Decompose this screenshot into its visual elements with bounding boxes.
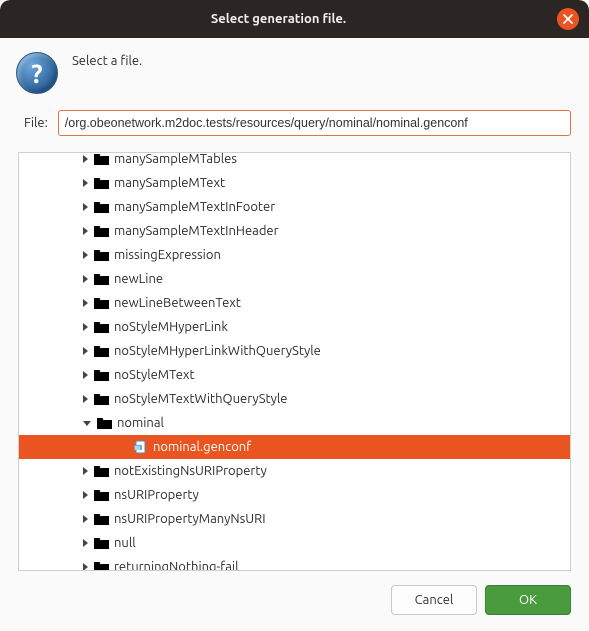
chevron-right-icon: [83, 203, 88, 211]
window-close-button[interactable]: [557, 8, 579, 30]
window-title: Select generation file.: [0, 12, 557, 26]
tree-item-label: manySampleMTables: [114, 153, 237, 166]
genconf-file-icon: [134, 440, 148, 454]
tree-folder-item[interactable]: nsURIPropertyManyNsURI: [19, 507, 570, 531]
folder-icon: [94, 297, 109, 309]
tree-folder-item[interactable]: missingExpression: [19, 243, 570, 267]
folder-icon: [94, 561, 109, 570]
dialog-window: Select generation file. ? Select a file.…: [0, 0, 589, 631]
tree-folder-item[interactable]: noStyleMText: [19, 363, 570, 387]
chevron-right-icon: [83, 251, 88, 259]
tree-folder-item[interactable]: manySampleMTextInFooter: [19, 195, 570, 219]
button-bar: Cancel OK: [0, 571, 589, 631]
chevron-right-icon: [83, 563, 88, 570]
tree-folder-item[interactable]: manySampleMTables: [19, 153, 570, 171]
tree-folder-item[interactable]: noStyleMHyperLink: [19, 315, 570, 339]
folder-icon: [94, 249, 109, 261]
tree-item-label: manySampleMTextInFooter: [114, 200, 275, 214]
tree-item-label: null: [114, 536, 136, 550]
folder-icon: [94, 513, 109, 525]
tree-item-label: noStyleMText: [114, 368, 195, 382]
folder-icon: [94, 465, 109, 477]
chevron-right-icon: [83, 515, 88, 523]
file-path-input[interactable]: [58, 110, 571, 136]
tree-item-label: notExistingNsURIProperty: [114, 464, 267, 478]
tree-item-label: newLine: [114, 272, 163, 286]
tree-folder-item[interactable]: null: [19, 531, 570, 555]
chevron-right-icon: [83, 395, 88, 403]
tree-item-label: noStyleMHyperLink: [114, 320, 228, 334]
chevron-right-icon: [83, 347, 88, 355]
tree-folder-item[interactable]: noStyleMHyperLinkWithQueryStyle: [19, 339, 570, 363]
chevron-right-icon: [83, 323, 88, 331]
tree-folder-item[interactable]: noStyleMTextWithQueryStyle: [19, 387, 570, 411]
cancel-button[interactable]: Cancel: [391, 585, 477, 615]
close-icon: [563, 14, 573, 24]
folder-icon: [94, 177, 109, 189]
folder-icon: [94, 489, 109, 501]
tree-folder-item[interactable]: newLine: [19, 267, 570, 291]
folder-icon: [94, 537, 109, 549]
tree-folder-item[interactable]: nominal: [19, 411, 570, 435]
file-row: File:: [0, 100, 589, 146]
tree-item-label: manySampleMText: [114, 176, 225, 190]
folder-icon: [94, 321, 109, 333]
chevron-right-icon: [83, 371, 88, 379]
folder-icon: [97, 417, 112, 429]
folder-icon: [94, 201, 109, 213]
folder-icon: [94, 369, 109, 381]
tree-item-label: nominal.genconf: [153, 440, 251, 454]
folder-icon: [94, 153, 109, 165]
tree-item-label: noStyleMTextWithQueryStyle: [114, 392, 288, 406]
chevron-right-icon: [83, 467, 88, 475]
file-tree[interactable]: manySampleMTables manySampleMText manySamp…: [19, 153, 570, 570]
folder-icon: [94, 273, 109, 285]
header: ? Select a file.: [0, 38, 589, 100]
folder-icon: [94, 225, 109, 237]
tree-item-label: nominal: [117, 416, 164, 430]
question-icon: ?: [16, 52, 58, 94]
titlebar: Select generation file.: [0, 0, 589, 38]
tree-item-label: returningNothing-fail: [114, 560, 238, 570]
ok-button[interactable]: OK: [485, 585, 571, 615]
tree-item-label: manySampleMTextInHeader: [114, 224, 279, 238]
chevron-right-icon: [83, 155, 88, 163]
chevron-right-icon: [83, 275, 88, 283]
tree-item-label: newLineBetweenText: [114, 296, 241, 310]
folder-icon: [94, 345, 109, 357]
tree-folder-item[interactable]: manySampleMTextInHeader: [19, 219, 570, 243]
tree-file-item[interactable]: nominal.genconf: [19, 435, 570, 459]
chevron-right-icon: [83, 227, 88, 235]
tree-folder-item[interactable]: newLineBetweenText: [19, 291, 570, 315]
header-message: Select a file.: [72, 52, 142, 68]
tree-item-label: missingExpression: [114, 248, 221, 262]
tree-item-label: noStyleMHyperLinkWithQueryStyle: [114, 344, 321, 358]
chevron-right-icon: [83, 299, 88, 307]
chevron-down-icon: [83, 421, 91, 426]
chevron-right-icon: [83, 179, 88, 187]
chevron-right-icon: [83, 491, 88, 499]
chevron-right-icon: [83, 539, 88, 547]
tree-item-label: nsURIProperty: [114, 488, 199, 502]
tree-container: manySampleMTables manySampleMText manySamp…: [18, 152, 571, 571]
file-label: File:: [24, 116, 48, 130]
tree-folder-item[interactable]: returningNothing-fail: [19, 555, 570, 570]
tree-folder-item[interactable]: manySampleMText: [19, 171, 570, 195]
tree-folder-item[interactable]: nsURIProperty: [19, 483, 570, 507]
folder-icon: [94, 393, 109, 405]
tree-folder-item[interactable]: notExistingNsURIProperty: [19, 459, 570, 483]
tree-item-label: nsURIPropertyManyNsURI: [114, 512, 266, 526]
